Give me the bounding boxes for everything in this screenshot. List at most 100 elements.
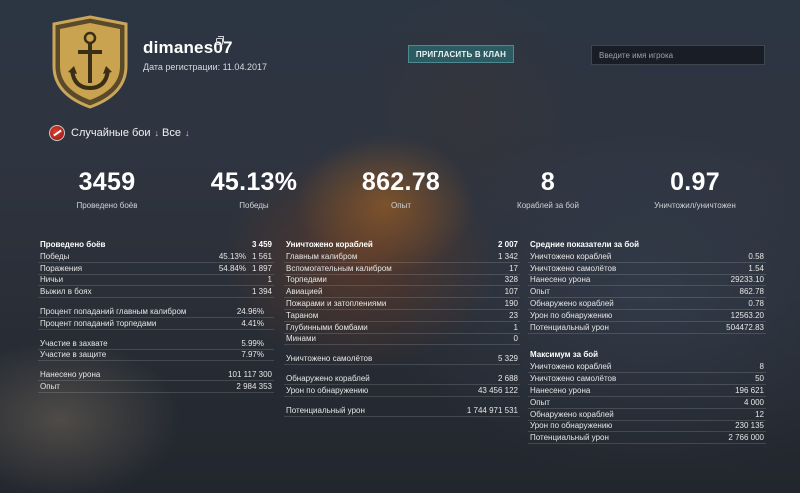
row-label: Процент попаданий главным калибром [40, 307, 187, 317]
row-value: 328 [504, 275, 518, 285]
summary-label: Опыт [391, 201, 411, 210]
table-row: Урон по обнаружению 12563.20 [528, 310, 766, 322]
row-label: Уничтожено кораблей [530, 251, 612, 261]
table-row: Процент попаданий торпедами 4.41% [38, 318, 274, 330]
row-value: 0.78 [748, 299, 764, 309]
row-label: Поражения [40, 263, 83, 273]
table-row: Уничтожено кораблей 0.58 [528, 251, 766, 263]
table-row: Ничьи 1 [38, 275, 274, 287]
player-search-input[interactable] [591, 45, 765, 65]
row-label: Урон по обнаружению [530, 310, 613, 320]
ship-class-dropdown[interactable]: Все ↓ [162, 127, 189, 139]
row-value: 4.41% [241, 318, 264, 328]
row-label: Выжил в боях [40, 287, 92, 297]
row-label: Победы [40, 251, 70, 261]
row-value: 2 766 000 [728, 433, 764, 443]
row-label: Нанесено урона [530, 386, 591, 396]
row-value: 5.99% [241, 338, 264, 348]
summary-label: Победы [239, 201, 269, 210]
row-label: Авиацией [286, 287, 323, 297]
row-value: 0.58 [748, 251, 764, 261]
row-value: 1.54 [748, 263, 764, 273]
row-label: Уничтожено кораблей [530, 362, 612, 372]
row-label: Минами [286, 334, 316, 344]
kills-table: Уничтожено кораблей 2 007 Главным калибр… [284, 237, 520, 417]
row-label: Опыт [530, 397, 550, 407]
row-value: 7.97% [241, 350, 264, 360]
summary-experience: 862.78 Опыт [336, 168, 466, 210]
summary-label: Кораблей за бой [517, 201, 579, 210]
row-percent: 54.84% [218, 263, 246, 273]
row-label: Уничтожено самолётов [530, 374, 617, 384]
row-label: Уничтожено самолётов [286, 354, 373, 364]
header-label: Уничтожено кораблей [286, 239, 373, 249]
row-label: Потенциальный урон [530, 433, 609, 443]
chevron-down-icon: ↓ [184, 128, 190, 138]
table-row: Выжил в боях 1 394 [38, 286, 274, 299]
row-value: 4 000 [743, 397, 764, 407]
table-row: Минами 0 [284, 334, 520, 346]
registration-date: Дата регистрации: 11.04.2017 [143, 62, 267, 72]
table-row: Обнаружено кораблей 0.78 [528, 298, 766, 310]
summary-battles: 3459 Проведено боёв [42, 168, 172, 210]
random-battles-icon [49, 125, 65, 141]
row-value: 190 [504, 299, 518, 309]
header-label: Средние показатели за бой [530, 239, 640, 249]
row-value: 5 329 [497, 354, 518, 364]
table-row: Главным калибром 1 342 [284, 251, 520, 263]
row-value: 862.78 [739, 287, 764, 297]
table-row: Глубинными бомбами 1 [284, 322, 520, 334]
row-value: 196 621 [735, 386, 764, 396]
row-value: 23 [509, 310, 518, 320]
row-label: Ничьи [40, 275, 64, 285]
copy-link-icon[interactable] [216, 36, 224, 45]
row-value: 1 744 971 531 [466, 405, 518, 415]
table-row: Нанесено урона 101 117 300 [38, 369, 274, 382]
row-label: Тараном [286, 310, 319, 320]
table-row: Нанесено урона 196 621 [528, 385, 766, 397]
table-row: Обнаружено кораблей 2 688 [284, 373, 520, 385]
row-value: 24.96% [236, 307, 264, 317]
averages-header: Средние показатели за бой [528, 237, 766, 251]
header-label: Проведено боёв [40, 239, 106, 249]
summary-value: 0.97 [670, 168, 720, 196]
summary-label: Проведено боёв [76, 201, 138, 210]
summary-kd-ratio: 0.97 Уничтожил/уничтожен [630, 168, 760, 210]
row-percent: 45.13% [218, 251, 246, 261]
battle-type-label: Случайные бои [71, 127, 151, 139]
row-value: 101 117 300 [228, 370, 272, 380]
table-row: Уничтожено самолётов 5 329 [284, 353, 520, 366]
row-value: 504472.83 [726, 322, 764, 332]
table-row: Опыт 2 984 353 [38, 381, 274, 393]
table-row: Обнаружено кораблей 12 [528, 409, 766, 421]
table-row: Поражения 54.84% 1 897 [38, 263, 274, 275]
table-row: Авиацией 107 [284, 286, 520, 299]
anchor-emblem-icon [52, 15, 128, 109]
row-label: Обнаружено кораблей [286, 374, 370, 384]
row-label: Участие в захвате [40, 338, 108, 348]
battles-table: Проведено боёв 3 459 Победы 45.13% 1 561 … [38, 237, 274, 393]
row-label: Потенциальный урон [530, 322, 609, 332]
battle-type-dropdown[interactable]: Случайные бои ↓ [71, 127, 159, 139]
summary-ships-per-battle: 8 Кораблей за бой [483, 168, 613, 210]
table-row: Торпедами 328 [284, 275, 520, 287]
table-row: Тараном 23 [284, 310, 520, 322]
row-value: 230 135 [735, 421, 764, 431]
row-label: Уничтожено самолётов [530, 263, 617, 273]
row-value: 29233.10 [730, 275, 764, 285]
row-label: Урон по обнаружению [530, 421, 613, 431]
header-value: 3 459 [251, 239, 272, 249]
invite-to-clan-button[interactable]: ПРИГЛАСИТЬ В КЛАН [408, 45, 514, 63]
summary-value: 3459 [78, 168, 136, 196]
ship-class-label: Все [162, 127, 181, 139]
kills-header: Уничтожено кораблей 2 007 [284, 237, 520, 251]
row-value: 8 [759, 362, 764, 372]
battles-header: Проведено боёв 3 459 [38, 237, 274, 251]
row-label: Вспомогательным калибром [286, 263, 392, 273]
table-row: Нанесено урона 29233.10 [528, 275, 766, 287]
summary-value: 45.13% [210, 168, 298, 196]
row-value: 43 456 122 [477, 385, 518, 395]
table-row: Потенциальный урон 504472.83 [528, 322, 766, 334]
table-row: Урон по обнаружению 43 456 122 [284, 385, 520, 397]
row-label: Обнаружено кораблей [530, 409, 614, 419]
